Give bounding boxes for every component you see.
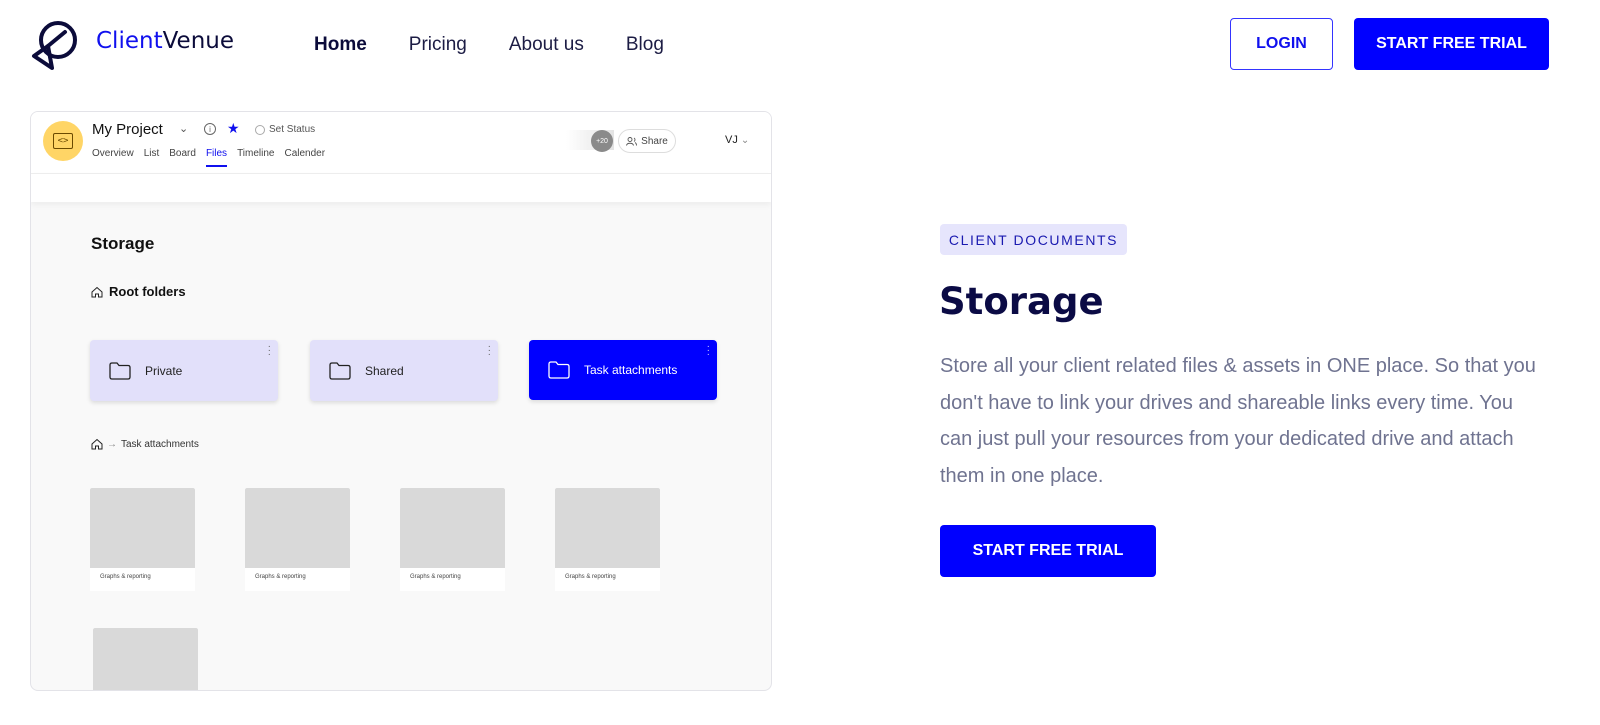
file-thumbnail[interactable]: Graphs & reporting — [555, 488, 660, 591]
section-description: Store all your client related files & as… — [940, 355, 1536, 487]
set-status-label: Set Status — [269, 124, 316, 135]
folder-private[interactable]: Private · · · — [90, 340, 278, 401]
user-initials: VJ — [725, 134, 738, 146]
start-free-trial-header-button[interactable]: START FREE TRIAL — [1354, 18, 1549, 70]
home-icon — [91, 286, 103, 297]
project-subheader — [31, 174, 771, 202]
kebab-menu-icon[interactable]: · · · — [707, 342, 710, 360]
file-thumbnail[interactable]: Graphs & reporting — [400, 488, 505, 591]
folder-shared[interactable]: Shared · · · — [310, 340, 498, 401]
logo-mark-icon — [32, 21, 77, 70]
tab-overview[interactable]: Overview — [92, 148, 134, 167]
nav-blog[interactable]: Blog — [626, 34, 664, 56]
thumbnail-image — [90, 488, 195, 568]
project-title[interactable]: My Project — [92, 121, 163, 138]
folder-icon — [329, 361, 351, 380]
chevron-down-icon: ⌄ — [740, 135, 750, 146]
code-window-icon: <> — [53, 133, 73, 149]
nav-about-us[interactable]: About us — [509, 34, 584, 56]
folder-task-attachments[interactable]: Task attachments · · · — [529, 340, 717, 400]
tab-list[interactable]: List — [144, 148, 160, 167]
folder-icon — [548, 361, 570, 379]
tab-files[interactable]: Files — [205, 148, 228, 167]
thumbnail-caption: Graphs & reporting — [410, 574, 461, 580]
breadcrumb-current[interactable]: Task attachments — [121, 439, 199, 450]
main-nav: Home Pricing About us Blog — [314, 34, 706, 56]
share-users-icon — [626, 136, 638, 146]
folder-label: Private — [145, 363, 183, 378]
breadcrumb: → Task attachments — [91, 438, 199, 450]
storage-heading: Storage — [91, 234, 155, 253]
project-avatar: <> — [43, 121, 83, 161]
nav-pricing[interactable]: Pricing — [409, 34, 467, 56]
section-title: Storage — [939, 280, 1104, 323]
tab-timeline[interactable]: Timeline — [237, 148, 274, 167]
tab-calender[interactable]: Calender — [284, 148, 325, 167]
section-eyebrow: CLIENT DOCUMENTS — [940, 224, 1127, 255]
brand-logo[interactable]: ClientVenue — [28, 18, 234, 72]
folder-label: Shared — [365, 363, 404, 378]
breadcrumb-arrow: → — [107, 438, 117, 450]
login-button[interactable]: LOGIN — [1230, 18, 1333, 70]
kebab-menu-icon[interactable]: · · · — [488, 342, 491, 360]
folder-icon — [109, 361, 131, 380]
brand-name: ClientVenue — [96, 28, 234, 54]
home-icon[interactable] — [91, 438, 103, 450]
thumbnail-image — [555, 488, 660, 568]
thumbnail-caption: Graphs & reporting — [100, 574, 151, 580]
thumbnail-caption: Graphs & reporting — [255, 574, 306, 580]
info-icon[interactable]: i — [204, 123, 216, 135]
thumbnail-image — [93, 628, 198, 690]
share-button[interactable]: Share — [618, 129, 676, 153]
file-thumbnail[interactable]: Graphs & reporting — [245, 488, 350, 591]
project-tabs: Overview List Board Files Timeline Calen… — [92, 148, 335, 167]
chevron-down-icon[interactable]: ⌄ — [179, 122, 188, 135]
set-status-button[interactable]: Set Status — [255, 124, 315, 135]
tab-board[interactable]: Board — [169, 148, 196, 167]
member-count-badge[interactable]: +20 — [591, 130, 613, 152]
start-free-trial-button[interactable]: START FREE TRIAL — [940, 525, 1156, 577]
thumbnail-caption: Graphs & reporting — [565, 574, 616, 580]
file-thumbnail[interactable] — [93, 628, 198, 690]
thumbnail-image — [400, 488, 505, 568]
user-menu[interactable]: VJ ⌄ — [725, 134, 749, 146]
site-header: ClientVenue Home Pricing About us Blog L… — [0, 0, 1600, 90]
project-header: <> My Project ⌄ i ★ Set Status Overview … — [31, 112, 771, 174]
root-folders-heading: Root folders — [91, 284, 186, 299]
app-preview: <> My Project ⌄ i ★ Set Status Overview … — [30, 111, 772, 691]
status-circle-icon — [255, 124, 265, 135]
file-thumbnail[interactable]: Graphs & reporting — [90, 488, 195, 591]
nav-home[interactable]: Home — [314, 34, 367, 56]
thumbnail-image — [245, 488, 350, 568]
star-icon[interactable]: ★ — [227, 120, 240, 137]
folder-label: Task attachments — [584, 363, 678, 377]
kebab-menu-icon[interactable]: · · · — [268, 342, 271, 360]
share-label: Share — [641, 135, 668, 147]
